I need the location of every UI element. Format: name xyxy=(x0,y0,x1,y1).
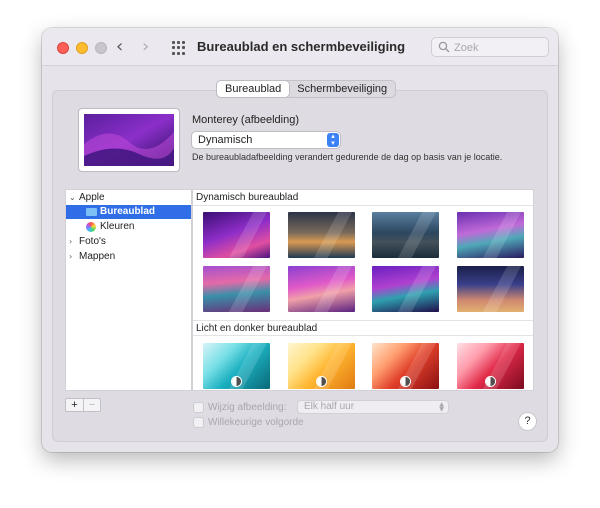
add-remove-control: + − xyxy=(65,398,101,412)
folder-icon xyxy=(86,208,97,216)
tab-segmented-control: Bureaublad Schermbeveiliging xyxy=(216,80,397,98)
title-bar: ‹ › Bureaublad en schermbeveiliging xyxy=(42,28,558,66)
sidebar-item-mappen[interactable]: › Mappen xyxy=(66,250,191,264)
wallpaper-thumb-teal[interactable] xyxy=(203,343,270,389)
color-wheel-icon xyxy=(86,222,96,232)
wallpaper-name: Monterey (afbeelding) xyxy=(192,114,300,126)
wallpaper-thumb-pink-red[interactable] xyxy=(457,343,524,389)
back-button[interactable]: ‹ xyxy=(116,37,123,57)
interval-value: Elk half uur xyxy=(304,401,355,412)
light-dark-indicator-icon xyxy=(401,377,410,386)
wallpaper-thumb-gradient-night[interactable] xyxy=(457,266,524,312)
wallpaper-description: De bureaubladafbeelding verandert gedure… xyxy=(192,152,503,162)
change-picture-label: Wijzig afbeelding: xyxy=(208,402,287,413)
wallpaper-thumb-yellow[interactable] xyxy=(288,343,355,389)
wallpaper-thumb-big-sur-lake[interactable] xyxy=(203,266,270,312)
tab-bureaublad[interactable]: Bureaublad xyxy=(217,81,290,97)
zoom-button[interactable] xyxy=(95,42,107,54)
light-dark-indicator-icon xyxy=(317,377,326,386)
sidebar-item-bureaublad[interactable]: Bureaublad xyxy=(66,205,191,219)
add-folder-button[interactable]: + xyxy=(66,399,83,411)
close-button[interactable] xyxy=(57,42,69,54)
section-header-light-dark: Licht en donker bureaublad xyxy=(193,320,533,336)
chevron-right-icon[interactable]: › xyxy=(69,235,72,249)
light-dark-indicator-icon xyxy=(486,377,495,386)
light-dark-indicator-icon xyxy=(232,377,241,386)
wallpaper-thumb-catalina-island[interactable] xyxy=(372,212,439,258)
tab-schermbeveiliging[interactable]: Schermbeveiliging xyxy=(289,81,395,97)
chevron-right-icon[interactable]: › xyxy=(69,250,72,264)
wallpaper-thumb-coast-purple[interactable] xyxy=(457,212,524,258)
random-order-label: Willekeurige volgorde xyxy=(208,417,304,428)
window-title: Bureaublad en schermbeveiliging xyxy=(197,39,406,54)
sidebar-item-label: Apple xyxy=(79,192,105,203)
sidebar-item-label: Bureaublad xyxy=(100,206,156,217)
interval-popup[interactable]: Elk half uur ▲ ▼ xyxy=(297,400,449,414)
wallpaper-mode-popup[interactable]: Dynamisch ▴ ▾ xyxy=(192,132,340,148)
wallpaper-thumb-big-sur-night[interactable] xyxy=(372,266,439,312)
wallpaper-thumb-big-sur-mountains[interactable] xyxy=(288,266,355,312)
sidebar-item-apple[interactable]: ⌄ Apple xyxy=(66,191,191,205)
sidebar-item-kleuren[interactable]: Kleuren xyxy=(66,220,191,234)
popup-arrows-icon: ▴ ▾ xyxy=(327,133,339,147)
wallpaper-thumb-orange[interactable] xyxy=(372,343,439,389)
wallpaper-gallery: Dynamisch bureaublad Licht en donker bur… xyxy=(192,189,534,391)
random-order-checkbox[interactable] xyxy=(193,417,204,428)
section-header-dynamic: Dynamisch bureaublad xyxy=(193,190,533,206)
minimize-button[interactable] xyxy=(76,42,88,54)
system-preferences-window: ‹ › Bureaublad en schermbeveiliging Bure… xyxy=(42,28,558,452)
search-input[interactable] xyxy=(454,40,544,55)
sidebar-item-label: Mappen xyxy=(79,251,116,262)
forward-button[interactable]: › xyxy=(142,37,149,57)
wallpaper-mode-value: Dynamisch xyxy=(198,134,253,146)
remove-folder-button[interactable]: − xyxy=(82,399,100,411)
monterey-preview-image xyxy=(84,114,174,166)
popup-arrows-icon: ▲ ▼ xyxy=(439,401,444,413)
search-icon xyxy=(438,41,450,53)
chevron-down-icon[interactable]: ⌄ xyxy=(69,191,76,205)
wallpaper-thumb-monterey[interactable] xyxy=(203,212,270,258)
wallpaper-preview xyxy=(79,109,179,171)
help-button[interactable]: ? xyxy=(519,413,536,430)
sidebar-item-label: Foto's xyxy=(79,236,106,247)
source-list: ⌄ Apple Bureaublad Kleuren › Foto's › Ma… xyxy=(65,189,192,391)
change-picture-checkbox[interactable] xyxy=(193,402,204,413)
sidebar-item-fotos[interactable]: › Foto's xyxy=(66,235,191,249)
sidebar-item-label: Kleuren xyxy=(100,221,135,232)
wallpaper-thumb-catalina-dusk[interactable] xyxy=(288,212,355,258)
search-field[interactable] xyxy=(431,37,549,57)
show-all-grid-icon[interactable] xyxy=(172,41,186,55)
